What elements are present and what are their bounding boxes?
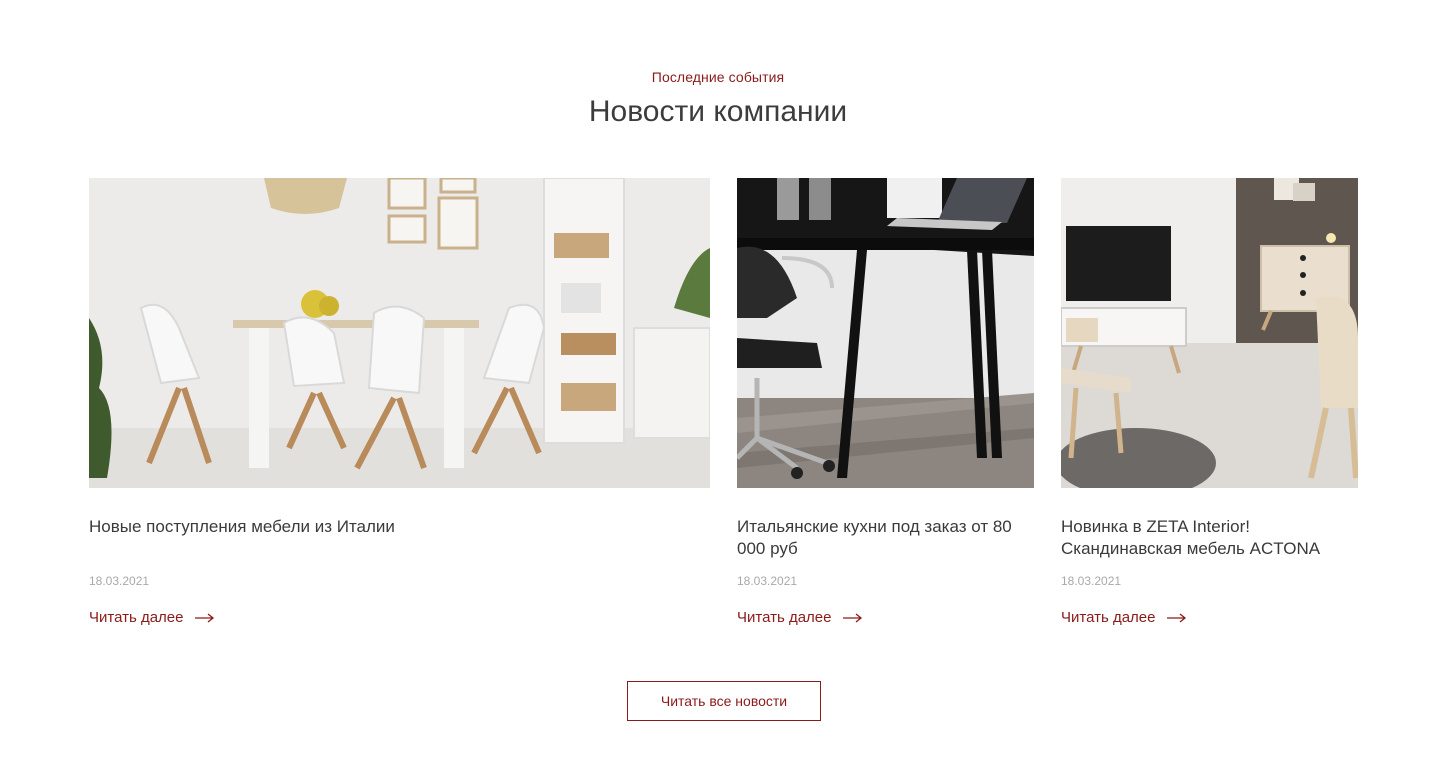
news-card: Новинка в ZETA Interior! Скандинавская м… (1061, 178, 1358, 627)
news-date: 18.03.2021 (1061, 574, 1122, 588)
news-title[interactable]: Новинка в ZETA Interior! Скандинавская м… (1061, 516, 1358, 560)
all-news-button[interactable]: Читать все новости (627, 681, 821, 721)
read-more-link[interactable]: Читать далее (89, 609, 215, 626)
read-more-link[interactable]: Читать далее (1061, 609, 1187, 626)
news-title[interactable]: Новые поступления мебели из Италии (89, 516, 710, 560)
news-image-office[interactable] (737, 178, 1034, 488)
news-image-living-room[interactable] (1061, 178, 1358, 488)
arrow-right-icon (195, 612, 215, 623)
read-more-label: Читать далее (1061, 609, 1156, 626)
news-image-dining-room[interactable] (89, 178, 710, 488)
news-title[interactable]: Итальянские кухни под заказ от 80 000 ру… (737, 516, 1034, 560)
arrow-right-icon (843, 612, 863, 623)
arrow-right-icon (1167, 612, 1187, 623)
news-card: Итальянские кухни под заказ от 80 000 ру… (737, 178, 1034, 627)
read-more-link[interactable]: Читать далее (737, 609, 863, 626)
section-eyebrow: Последние события (651, 69, 785, 85)
news-date: 18.03.2021 (737, 574, 798, 588)
read-more-label: Читать далее (89, 609, 184, 626)
section-title: Новости компании (588, 95, 848, 128)
read-more-label: Читать далее (737, 609, 832, 626)
news-date: 18.03.2021 (89, 574, 150, 588)
news-card: Новые поступления мебели из Италии 18.03… (89, 178, 710, 627)
